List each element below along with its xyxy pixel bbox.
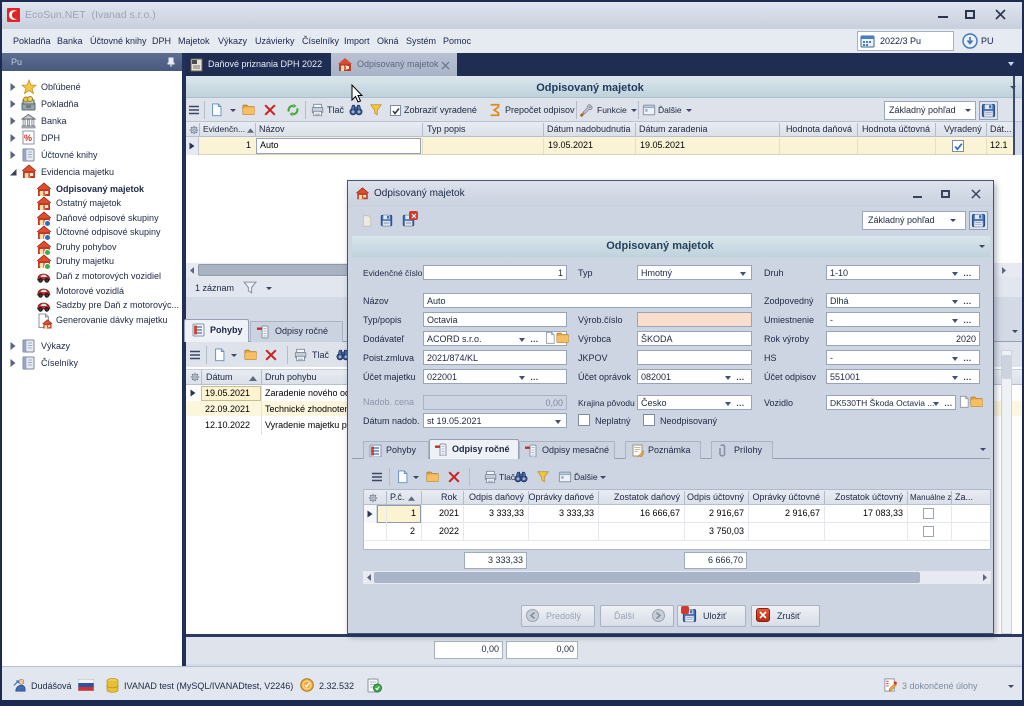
svg-text:50: 50 — [341, 66, 348, 72]
